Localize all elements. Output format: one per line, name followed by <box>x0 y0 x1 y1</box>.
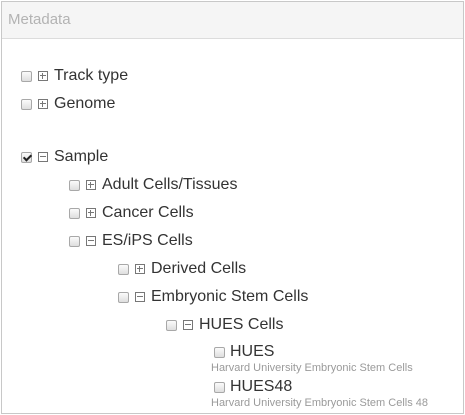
adult-cells-checkbox[interactable] <box>69 179 80 191</box>
collapse-icon[interactable] <box>38 152 48 162</box>
hues-checkbox[interactable] <box>214 346 225 358</box>
tree-node-sample[interactable]: Sample <box>21 147 108 167</box>
tree-leaf-hues48[interactable]: HUES48 <box>214 377 292 397</box>
tree-node-es-ips-cells[interactable]: ES/iPS Cells <box>69 231 193 251</box>
collapse-icon[interactable] <box>86 236 96 246</box>
cancer-cells-label[interactable]: Cancer Cells <box>102 204 194 222</box>
collapse-icon[interactable] <box>183 320 193 330</box>
expand-icon[interactable] <box>86 180 96 190</box>
es-ips-cells-checkbox[interactable] <box>69 235 80 247</box>
expand-icon[interactable] <box>38 99 48 109</box>
track-type-checkbox[interactable] <box>21 70 32 82</box>
tree-node-hues-cells[interactable]: HUES Cells <box>166 315 283 335</box>
es-ips-cells-label[interactable]: ES/iPS Cells <box>102 232 193 250</box>
embryonic-stem-cells-checkbox[interactable] <box>118 291 129 303</box>
panel-header: Metadata <box>2 2 463 39</box>
cancer-cells-checkbox[interactable] <box>69 207 80 219</box>
tree-node-genome[interactable]: Genome <box>21 94 115 114</box>
embryonic-stem-cells-label[interactable]: Embryonic Stem Cells <box>151 288 308 306</box>
metadata-panel: Metadata Track type Genome Sample Adult … <box>1 1 464 414</box>
tree-node-track-type[interactable]: Track type <box>21 66 128 86</box>
hues48-description: Harvard University Embryonic Stem Cells … <box>211 397 429 409</box>
tree-leaf-hues[interactable]: HUES <box>214 342 274 362</box>
tree-node-embryonic-stem-cells[interactable]: Embryonic Stem Cells <box>118 287 308 307</box>
tree-node-cancer-cells[interactable]: Cancer Cells <box>69 203 194 223</box>
tree-node-adult-cells[interactable]: Adult Cells/Tissues <box>69 175 237 195</box>
hues48-checkbox[interactable] <box>214 381 225 393</box>
tree-node-derived-cells[interactable]: Derived Cells <box>118 259 246 279</box>
hues48-label[interactable]: HUES48 <box>230 378 292 396</box>
expand-icon[interactable] <box>38 71 48 81</box>
genome-checkbox[interactable] <box>21 98 32 110</box>
hues-description: Harvard University Embryonic Stem Cells <box>211 362 413 374</box>
collapse-icon[interactable] <box>135 292 145 302</box>
derived-cells-checkbox[interactable] <box>118 263 129 275</box>
expand-icon[interactable] <box>135 264 145 274</box>
sample-checkbox[interactable] <box>21 151 32 163</box>
derived-cells-label[interactable]: Derived Cells <box>151 260 246 278</box>
sample-label[interactable]: Sample <box>54 148 108 166</box>
panel-title: Metadata <box>8 11 71 28</box>
track-type-label[interactable]: Track type <box>54 67 128 85</box>
hues-cells-label[interactable]: HUES Cells <box>199 316 283 334</box>
expand-icon[interactable] <box>86 208 96 218</box>
hues-cells-checkbox[interactable] <box>166 319 177 331</box>
genome-label[interactable]: Genome <box>54 95 115 113</box>
hues-label[interactable]: HUES <box>230 343 274 361</box>
adult-cells-label[interactable]: Adult Cells/Tissues <box>102 176 237 194</box>
